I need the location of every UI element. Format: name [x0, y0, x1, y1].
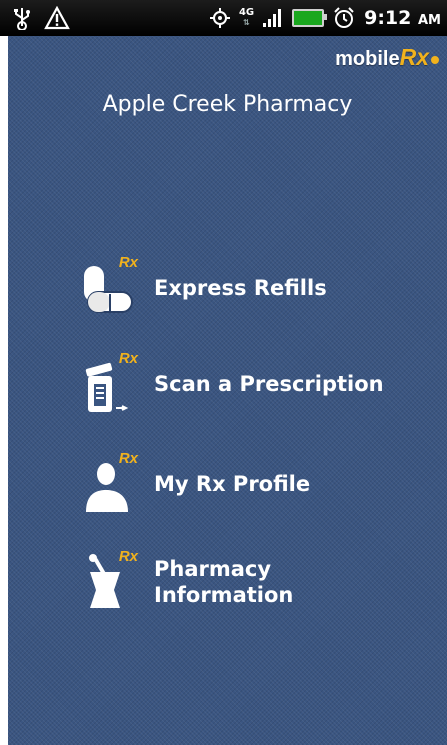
scan-prescription-label: Scan a Prescription	[154, 372, 384, 396]
pharmacy-title: Apple Creek Pharmacy	[102, 92, 353, 117]
my-rx-profile-button[interactable]: Rx My Rx Profile	[78, 450, 438, 516]
express-refills-button[interactable]: Rx Express Refills	[78, 254, 438, 320]
rx-badge: Rx	[118, 548, 138, 565]
battery-icon	[292, 9, 328, 27]
mortar-pestle-icon: Rx	[78, 548, 140, 614]
gps-icon	[209, 7, 231, 29]
usb-icon	[12, 6, 32, 30]
my-rx-profile-label: My Rx Profile	[154, 472, 311, 496]
pills-icon: Rx	[78, 254, 140, 320]
brand-logo: mobileRx	[335, 44, 439, 71]
express-refills-label: Express Refills	[154, 276, 327, 300]
rx-badge: Rx	[118, 350, 138, 367]
pharmacy-information-button[interactable]: Rx Pharmacy Information	[78, 548, 438, 614]
scan-bottle-icon: Rx	[78, 350, 140, 416]
rx-badge: Rx	[118, 450, 138, 467]
clock: 9:12 AM	[364, 7, 441, 29]
pharmacy-information-label: Pharmacy Information	[154, 557, 294, 607]
network-type: 4G ⇅	[238, 7, 255, 28]
alarm-icon	[332, 6, 356, 30]
warning-icon	[44, 6, 70, 30]
status-bar: 4G ⇅ 9:12 AM	[0, 0, 447, 36]
signal-icon	[262, 8, 284, 28]
scan-prescription-button[interactable]: Rx Scan a Prescription	[78, 350, 438, 416]
rx-badge: Rx	[118, 254, 138, 271]
app-screen: mobileRx Apple Creek Pharmacy Rx Express…	[8, 36, 447, 745]
person-icon: Rx	[78, 450, 140, 516]
